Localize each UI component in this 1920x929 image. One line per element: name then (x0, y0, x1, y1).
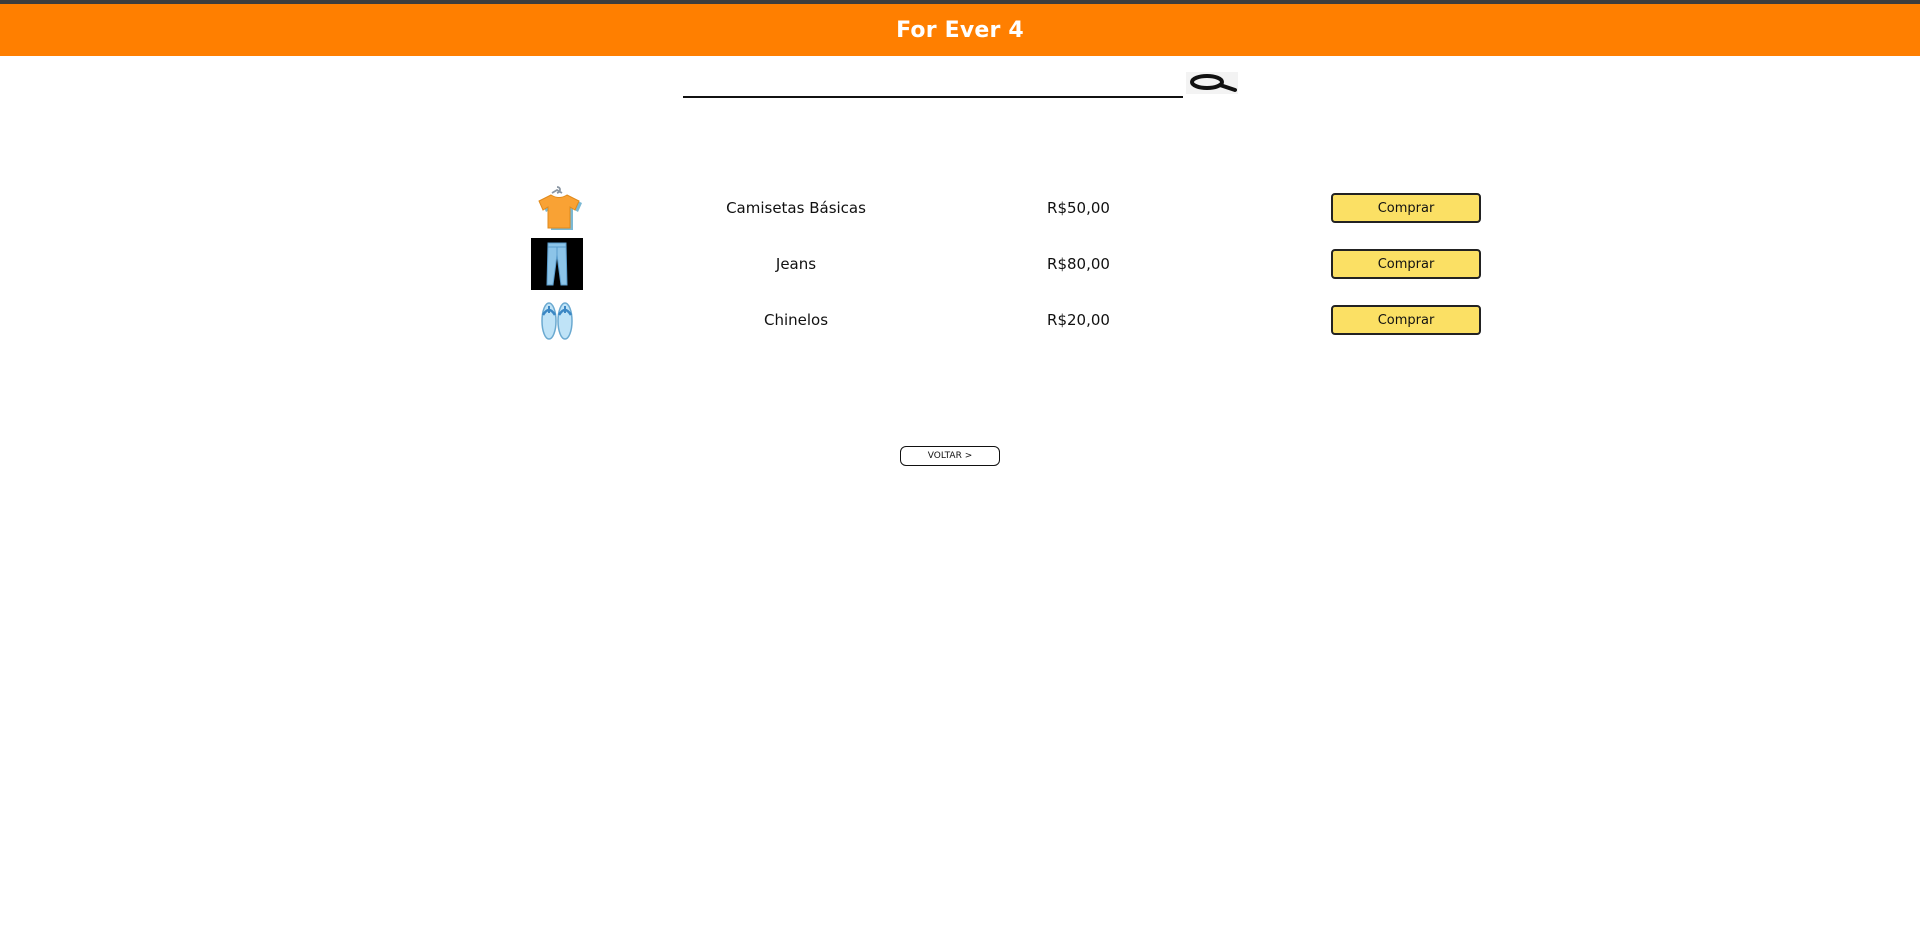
site-header: For Ever 4 (0, 4, 1920, 56)
product-price: R$20,00 (1047, 311, 1110, 329)
buy-button[interactable]: Comprar (1331, 193, 1481, 223)
search-icon (1190, 74, 1237, 92)
product-name: Chinelos (763, 311, 829, 329)
flip-flops-icon (531, 294, 583, 346)
jeans-icon (531, 238, 583, 290)
search-bar (683, 70, 1238, 98)
site-title: For Ever 4 (896, 17, 1024, 43)
product-name: Camisetas Básicas (726, 199, 866, 217)
back-button[interactable]: VOLTAR > (900, 446, 1000, 466)
tshirt-icon (531, 182, 583, 234)
product-row: Chinelos R$20,00 Comprar (531, 292, 1481, 348)
buy-button[interactable]: Comprar (1331, 305, 1481, 335)
product-row: Camisetas Básicas R$50,00 Comprar (531, 180, 1481, 236)
search-button[interactable] (1186, 72, 1238, 94)
search-input[interactable] (683, 70, 1183, 98)
product-list: Camisetas Básicas R$50,00 Comprar Jeans … (531, 180, 1481, 348)
product-name: Jeans (775, 255, 817, 273)
product-price: R$80,00 (1047, 255, 1110, 273)
product-price: R$50,00 (1047, 199, 1110, 217)
buy-button[interactable]: Comprar (1331, 249, 1481, 279)
product-row: Jeans R$80,00 Comprar (531, 236, 1481, 292)
